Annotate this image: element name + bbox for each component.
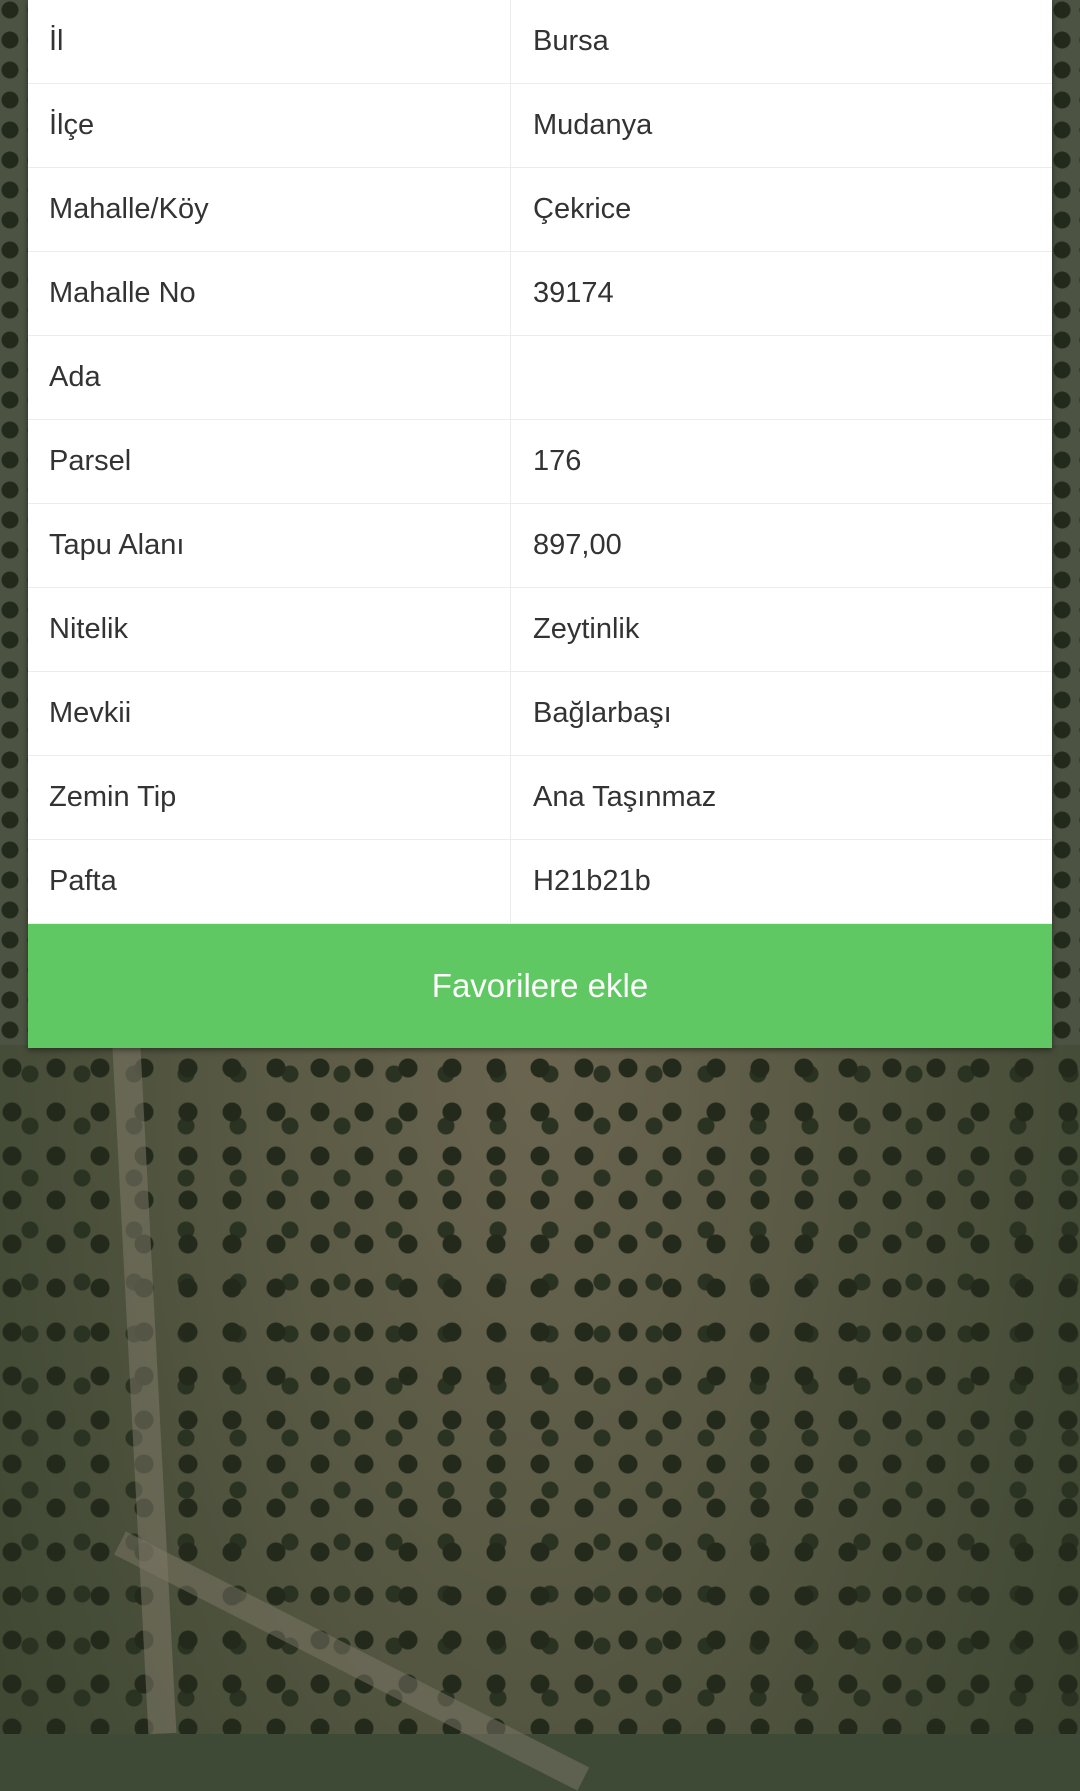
info-row-tapu-alani: Tapu Alanı 897,00 [28, 504, 1052, 588]
row-value: Bursa [533, 25, 609, 57]
row-label: İl [28, 0, 511, 83]
row-label: İlçe [28, 84, 511, 167]
row-value: H21b21b [533, 865, 651, 897]
add-to-favorites-button[interactable]: Favorilere ekle [28, 924, 1052, 1048]
info-row-mahalle-no: Mahalle No 39174 [28, 252, 1052, 336]
info-row-il: İl Bursa [28, 0, 1052, 84]
row-label: Pafta [28, 840, 511, 923]
info-row-ada: Ada [28, 336, 1052, 420]
row-value: Bağlarbaşı [533, 697, 672, 729]
row-label: Tapu Alanı [28, 504, 511, 587]
row-value: Mudanya [533, 109, 653, 141]
row-label: Nitelik [28, 588, 511, 671]
info-row-pafta: Pafta H21b21b [28, 840, 1052, 924]
map-edge-right [1052, 0, 1080, 1045]
row-label: Zemin Tip [28, 756, 511, 839]
info-row-mahalle-koy: Mahalle/Köy Çekrice [28, 168, 1052, 252]
info-row-mevkii: Mevkii Bağlarbaşı [28, 672, 1052, 756]
info-row-zemin-tip: Zemin Tip Ana Taşınmaz [28, 756, 1052, 840]
map-edge-left [0, 0, 28, 1045]
row-label: Ada [28, 336, 511, 419]
info-row-ilce: İlçe Mudanya [28, 84, 1052, 168]
row-value: Zeytinlik [533, 613, 640, 645]
row-value [511, 336, 1052, 419]
row-label: Parsel [28, 420, 511, 503]
parcel-info-panel: İl Bursa İlçe Mudanya Mahalle/Köy Çekric… [28, 0, 1052, 1048]
row-label: Mahalle/Köy [28, 168, 511, 251]
row-label: Mevkii [28, 672, 511, 755]
row-value: 176 [533, 445, 582, 477]
row-value: 39174 [533, 277, 614, 309]
row-label: Mahalle No [28, 252, 511, 335]
row-value: Çekrice [533, 193, 632, 225]
row-value: Ana Taşınmaz [533, 781, 717, 813]
row-value: 897,00 [533, 529, 622, 561]
info-row-parsel: Parsel 176 [28, 420, 1052, 504]
info-row-nitelik: Nitelik Zeytinlik [28, 588, 1052, 672]
